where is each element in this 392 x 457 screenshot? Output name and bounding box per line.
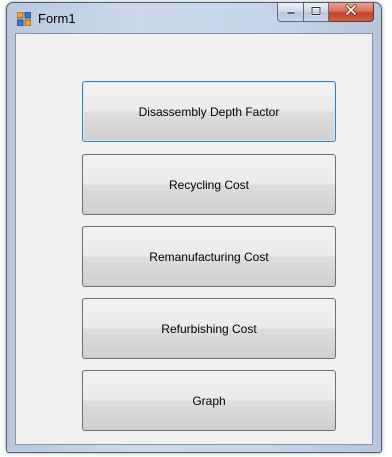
maximize-icon bbox=[311, 3, 321, 21]
winforms-app-icon[interactable] bbox=[16, 11, 32, 27]
disassembly-depth-factor-button[interactable]: Disassembly Depth Factor bbox=[82, 81, 336, 142]
form-client-area: Disassembly Depth Factor Recycling Cost … bbox=[15, 33, 373, 445]
close-button[interactable] bbox=[329, 3, 374, 22]
window-title: Form1 bbox=[38, 11, 76, 26]
graph-button[interactable]: Graph bbox=[82, 370, 336, 431]
recycling-cost-button[interactable]: Recycling Cost bbox=[82, 154, 336, 215]
close-icon bbox=[344, 3, 358, 21]
maximize-button[interactable] bbox=[303, 3, 329, 22]
refurbishing-cost-button[interactable]: Refurbishing Cost bbox=[82, 298, 336, 359]
caption-buttons bbox=[277, 3, 374, 23]
title-bar[interactable]: Form1 bbox=[7, 3, 381, 33]
form1-window: Form1 Disassembly Depth Factor Recycling… bbox=[6, 2, 382, 453]
minimize-button[interactable] bbox=[277, 3, 303, 22]
remanufacturing-cost-button[interactable]: Remanufacturing Cost bbox=[82, 226, 336, 287]
minimize-icon bbox=[286, 3, 296, 21]
